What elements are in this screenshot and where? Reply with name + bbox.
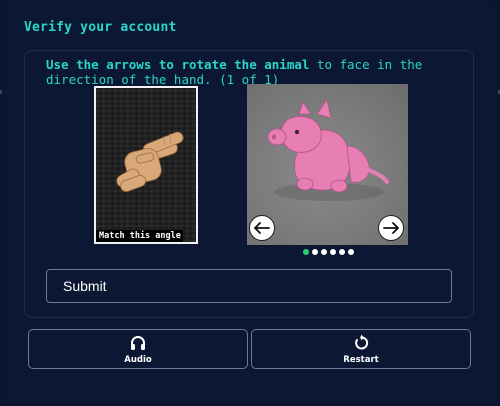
restart-button[interactable]: Restart [251, 329, 471, 369]
reference-hand-image: Match this angle [96, 88, 196, 242]
rotate-right-button[interactable] [378, 215, 404, 241]
arrow-left-icon [254, 222, 270, 234]
page-title: Verify your account [24, 20, 177, 35]
rotate-left-button[interactable] [249, 215, 275, 241]
restart-icon [355, 334, 369, 350]
restart-label: Restart [343, 355, 379, 365]
instruction-highlight: Use the arrows to rotate the animal [46, 57, 310, 72]
carousel-dot [303, 249, 309, 255]
carousel-dot [312, 249, 318, 255]
arrow-right-icon [383, 222, 399, 234]
reference-caption: Match this angle [96, 230, 183, 242]
headphones-icon [131, 336, 145, 350]
carousel-dots [303, 249, 354, 257]
audio-button[interactable]: Audio [28, 329, 248, 369]
frame-edge-marker [0, 90, 2, 94]
submit-button[interactable]: Submit [46, 269, 452, 303]
carousel-dot [330, 249, 336, 255]
carousel-dot [348, 249, 354, 255]
audio-label: Audio [124, 355, 152, 365]
carousel-dot [339, 249, 345, 255]
challenge-instruction: Use the arrows to rotate the animal to f… [46, 57, 426, 87]
reference-image: Match this angle [94, 86, 198, 244]
carousel-dot [321, 249, 327, 255]
pointing-hand-illustration [116, 131, 184, 192]
